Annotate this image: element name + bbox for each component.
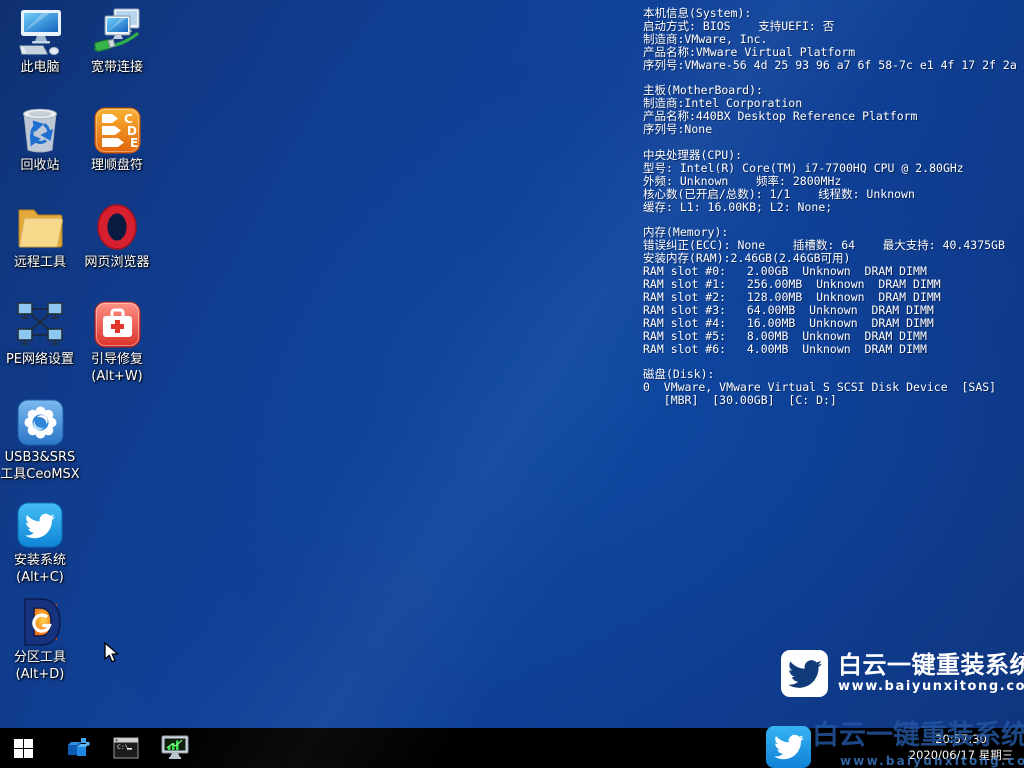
network-settings-icon (16, 300, 64, 348)
clock-time: 20:57:30 (903, 731, 1019, 747)
icon-label: USB3&SRS (5, 449, 76, 466)
icon-label: 理顺盘符 (91, 157, 143, 174)
watermark-url: www.baiyunxitong.com (838, 679, 1024, 695)
icon-label: 安装系统 (14, 552, 66, 569)
registry-tool-button[interactable] (55, 728, 101, 768)
boot-repair-icon (93, 300, 141, 348)
this-pc-icon (16, 8, 64, 56)
brand-bird-logo (781, 650, 828, 697)
task-manager-button[interactable] (152, 728, 198, 768)
desktop-icon-recycle-bin[interactable]: 回收站 (1, 106, 79, 174)
folder-icon (16, 203, 64, 251)
icon-label-line2: 工具CeoMSX (0, 466, 79, 483)
svg-text:C:\: C:\ (117, 743, 129, 751)
watermark-title: 白云一键重装系统 (838, 652, 1024, 679)
system-info-text: 本机信息(System):启动方式: BIOS 支持UEFI: 否制造商:VMw… (643, 7, 1024, 407)
desktop-icon-install-system[interactable]: 安装系统 (Alt+C) (1, 501, 79, 586)
desktop: 此电脑 宽带连接 (0, 0, 1024, 768)
icon-label: 分区工具 (14, 649, 66, 666)
desktop-icon-broadband[interactable]: 宽带连接 (78, 8, 156, 76)
icon-label: PE网络设置 (6, 351, 74, 368)
icon-label: 此电脑 (20, 59, 59, 76)
desktop-icon-this-pc[interactable]: 此电脑 (1, 8, 79, 76)
icon-label: 远程工具 (14, 254, 66, 271)
command-prompt-button[interactable]: C:\ (103, 728, 149, 768)
diskgenius-icon (16, 598, 64, 646)
task-manager-icon (161, 735, 189, 761)
taskbar: C:\ (0, 728, 1024, 768)
mouse-cursor (103, 642, 123, 668)
desktop-icon-boot-repair[interactable]: 引导修复 (Alt+W) (78, 300, 156, 385)
opera-browser-icon (93, 203, 141, 251)
icon-label: 引导修复 (91, 351, 143, 368)
broadband-icon (93, 8, 141, 56)
drive-letter-e: E (130, 136, 138, 150)
install-system-bird-icon (16, 501, 64, 549)
desktop-icon-remote-tools[interactable]: 远程工具 (1, 203, 79, 271)
icon-label: 网页浏览器 (84, 254, 149, 271)
drive-letter-tool-icon: C D E (93, 106, 141, 154)
cmd-icon: C:\ (113, 736, 139, 760)
brand-watermark: 白云一键重装系统 www.baiyunxitong.com (781, 650, 1024, 697)
desktop-icon-usb3-srs-tool[interactable]: USB3&SRS 工具CeoMSX (1, 398, 79, 483)
desktop-icon-drive-letter-tool[interactable]: C D E 理顺盘符 (78, 106, 156, 174)
icon-label-line2: (Alt+C) (16, 569, 64, 586)
baiyun-app-button[interactable] (766, 726, 811, 768)
icon-label: 宽带连接 (91, 59, 143, 76)
icon-label-line2: (Alt+W) (91, 368, 143, 385)
icon-label: 回收站 (20, 157, 59, 174)
clock-date: 2020/06/17 星期三 (903, 747, 1019, 763)
desktop-icon-web-browser[interactable]: 网页浏览器 (78, 203, 156, 271)
taskbar-clock[interactable]: 20:57:30 2020/06/17 星期三 (903, 731, 1019, 763)
usb3-srs-tool-icon (16, 398, 64, 446)
desktop-icon-partition-tool[interactable]: 分区工具 (Alt+D) (1, 598, 79, 683)
registry-cubes-icon (65, 735, 91, 761)
recycle-bin-icon (16, 106, 64, 154)
start-button[interactable] (0, 728, 46, 768)
desktop-icon-pe-network-settings[interactable]: PE网络设置 (1, 300, 79, 368)
icon-label-line2: (Alt+D) (16, 666, 65, 683)
